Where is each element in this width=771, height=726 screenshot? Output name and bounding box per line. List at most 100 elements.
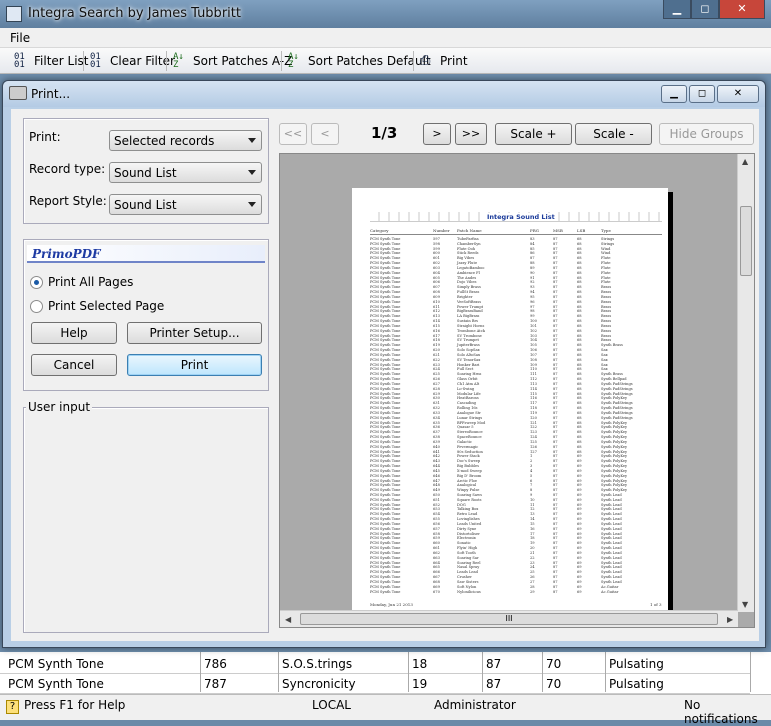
report-cell: Flute [601,270,611,275]
report-cell: 21 [530,550,535,555]
help-button[interactable]: Help [31,322,117,344]
table-row[interactable]: PCM Synth Tone 786 S.O.S.trings 18 87 70… [0,654,750,674]
report-cell: LegatoBamboo [457,265,485,270]
report-cell: 68 [577,367,582,372]
menu-file[interactable]: File [10,31,30,45]
sort-default-button[interactable]: A↓ Z Sort Patches Default [288,51,431,71]
close-button[interactable]: ✕ [719,0,765,19]
print-selected-label[interactable]: Print Selected Page [48,299,164,313]
report-cell: Synth PolyKey [601,425,628,430]
report-cell: PCM Synth Tone [370,555,401,560]
report-cell: 628 [433,386,440,391]
report-cell: 602 [433,261,440,266]
cell-name: Syncronicity [282,677,356,691]
report-cell: PCM Synth Tone [370,256,401,261]
report-cell: Synth Lead [601,536,622,541]
report-cell: 656 [433,521,440,526]
last-page-button[interactable]: >> [455,123,487,145]
report-cell: 87 [553,285,558,290]
report-cell: 670 [433,589,440,594]
report-cell: Synth Lead [601,502,622,507]
record-type-select[interactable]: Sound List [109,162,262,183]
next-page-button[interactable]: > [423,123,451,145]
report-cell: 87 [553,270,558,275]
scale-plus-label: Scale + [510,127,557,141]
print-button[interactable]: Print [127,354,262,376]
dialog-minimize-button[interactable]: ▁ [661,85,687,103]
report-cell: 5 [530,473,533,478]
report-cell: 123 [530,430,537,435]
report-cell: PCM Synth Tone [370,314,401,319]
report-cell: Big Vibes [457,256,475,261]
report-cell: PCM Synth Tone [370,406,401,411]
scroll-down-icon[interactable]: ▼ [742,600,748,609]
report-cell: 69 [577,531,582,536]
report-cell: Soaring Sar [457,555,479,560]
scale-plus-button[interactable]: Scale + [495,123,572,145]
print-selected-radio[interactable] [30,300,43,313]
report-cell: 114 [530,386,537,391]
prev-page-button[interactable]: < [311,123,339,145]
minimize-button[interactable]: ▁ [663,0,691,19]
report-cell: 69 [577,483,582,488]
hide-groups-button[interactable]: Hide Groups [659,123,754,145]
report-cell: 6 [530,478,533,483]
vertical-scroll-thumb[interactable] [740,206,752,276]
scroll-up-icon[interactable]: ▲ [742,157,748,166]
print-button-label: Print [180,358,209,372]
clear-filter-button[interactable]: 01 01 Clear Filter [90,51,175,71]
report-cell: X-mod Sweep [457,468,482,473]
report-cell: Synth Lead [601,512,622,517]
maximize-button[interactable]: ◻ [691,0,719,19]
dialog-close-button[interactable]: ✕ [717,85,759,103]
report-cell: 98 [530,309,535,314]
print-scope-select[interactable]: Selected records [109,130,262,151]
maximize-icon: ◻ [697,88,707,99]
report-cell: 69 [577,589,582,594]
horizontal-scroll-thumb[interactable]: III [300,613,718,625]
preview-vertical-scrollbar[interactable]: ▲ ▼ [737,154,754,612]
report-cell: PCM Synth Tone [370,536,401,541]
report-cell: 87 [553,570,558,575]
maximize-icon: ◻ [700,2,710,15]
report-cell: 105 [530,343,537,348]
preview-horizontal-scrollbar[interactable]: ◀ III ▶ [280,610,738,627]
report-cell: Synth Lead [601,497,622,502]
report-cell: 28 [530,584,535,589]
table-row[interactable]: PCM Synth Tone 787 Syncronicity 19 87 70… [0,674,750,694]
print-all-label[interactable]: Print All Pages [48,275,133,289]
report-cell: Soft Nylon [457,584,477,589]
report-cell: 621 [433,352,440,357]
report-cell: PCM Synth Tone [370,377,401,382]
first-page-button[interactable]: << [279,123,307,145]
report-cell: 68 [577,391,582,396]
print-all-radio[interactable] [30,276,43,289]
report-cell: 69 [577,575,582,580]
scroll-left-icon[interactable]: ◀ [285,615,291,624]
cancel-button[interactable]: Cancel [31,354,117,376]
filter-list-button[interactable]: 01 01 Filter List [14,51,89,71]
report-cell: VeeSoftBrass [457,299,482,304]
printer-setup-button[interactable]: Printer Setup... [127,322,262,344]
report-cell: 87 [553,261,558,266]
report-cell: PCM Synth Tone [370,584,401,589]
scale-minus-button[interactable]: Scale - [575,123,652,145]
report-cell: 633 [433,410,440,415]
dialog-maximize-button[interactable]: ◻ [689,85,715,103]
report-cell: PCM Synth Tone [370,478,401,483]
report-cell: 87 [553,565,558,570]
report-cell: 625 [433,372,440,377]
report-cell: Synth PolyKey [601,420,628,425]
report-cell: 115 [530,391,537,396]
report-cell: 87 [553,502,558,507]
user-input-panel: User input [23,400,269,633]
report-cell: 613 [433,314,440,319]
report-cell: 69 [577,473,582,478]
report-style-select[interactable]: Sound List [109,194,262,215]
status-help: Press F1 for Help [24,698,126,712]
report-cell: 87 [553,391,558,396]
print-toolbar-button[interactable]: ⎙ Print [420,51,468,71]
sort-az-button[interactable]: A↓ Z Sort Patches A-Z [173,51,292,71]
scroll-right-icon[interactable]: ▶ [727,615,733,624]
report-cell: Sustain Brs [457,319,479,324]
